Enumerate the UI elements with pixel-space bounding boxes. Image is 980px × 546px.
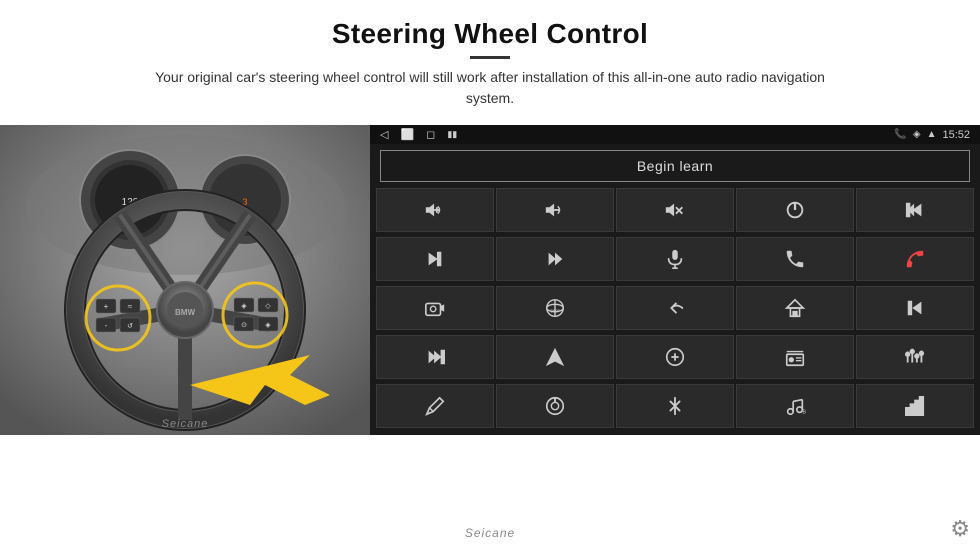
page-subtitle: Your original car's steering wheel contr… (140, 67, 840, 109)
button-grid: 360° (370, 188, 980, 435)
svg-text:+: + (104, 302, 109, 311)
skip-back-button[interactable] (856, 286, 974, 330)
back-button[interactable] (616, 286, 734, 330)
fast-forward-button[interactable] (376, 335, 494, 379)
svg-text:◈: ◈ (241, 303, 247, 310)
status-bar-right: 📞 ◈ ▲ 15:52 (894, 129, 970, 141)
svg-text:◇: ◇ (265, 303, 271, 310)
begin-learn-button[interactable]: Begin learn (380, 150, 970, 182)
svg-text:Seicane: Seicane (162, 418, 209, 430)
svg-text:BMW: BMW (175, 308, 195, 317)
next-track-button[interactable] (376, 237, 494, 281)
title-divider (470, 56, 510, 59)
view-360-button[interactable]: 360° (496, 286, 614, 330)
seicane-watermark: Seicane (465, 526, 515, 540)
prev-track-button[interactable] (856, 188, 974, 232)
steering-wheel-image: 120 3 BM (0, 125, 370, 435)
navigate-button[interactable] (496, 335, 614, 379)
svg-text:BT: BT (802, 409, 806, 415)
location-icon: ◈ (913, 129, 921, 140)
circle-power-button[interactable] (496, 384, 614, 428)
vol-up-button[interactable] (376, 188, 494, 232)
notification-icon: ▮▮ (447, 129, 457, 140)
content-area: 120 3 BM (0, 125, 980, 516)
skip-forward-button[interactable] (496, 237, 614, 281)
pen-button[interactable] (376, 384, 494, 428)
recents-nav-icon[interactable]: ◻ (426, 128, 435, 141)
camera-button[interactable] (376, 286, 494, 330)
mute-button[interactable] (616, 188, 734, 232)
home-button[interactable] (736, 286, 854, 330)
home-nav-icon[interactable]: ⬜ (400, 128, 414, 141)
header-section: Steering Wheel Control Your original car… (0, 0, 980, 115)
android-panel: ◁ ⬜ ◻ ▮▮ 📞 ◈ ▲ 15:52 Begin learn (370, 125, 980, 435)
levels-button[interactable] (856, 384, 974, 428)
back-nav-icon[interactable]: ◁ (380, 128, 388, 141)
switch-button[interactable] (616, 335, 734, 379)
bluetooth-button[interactable] (616, 384, 734, 428)
status-bar-left: ◁ ⬜ ◻ ▮▮ (380, 128, 457, 141)
phone-icon: 📞 (894, 129, 906, 140)
bottom-bar: Seicane ⚙ (0, 516, 980, 546)
vol-down-button[interactable] (496, 188, 614, 232)
clock: 15:52 (942, 129, 970, 141)
phone-call-button[interactable] (736, 237, 854, 281)
radio-button[interactable] (736, 335, 854, 379)
wifi-icon: ▲ (927, 129, 937, 140)
status-bar: ◁ ⬜ ◻ ▮▮ 📞 ◈ ▲ 15:52 (370, 125, 980, 144)
svg-text:⊙: ⊙ (241, 322, 247, 329)
svg-text:≈: ≈ (128, 302, 133, 311)
svg-text:↺: ↺ (127, 323, 133, 330)
hang-up-button[interactable] (856, 237, 974, 281)
svg-text:◈: ◈ (265, 322, 271, 329)
music-button[interactable]: BT (736, 384, 854, 428)
page-wrapper: Steering Wheel Control Your original car… (0, 0, 980, 546)
power-button[interactable] (736, 188, 854, 232)
begin-learn-row: Begin learn (370, 144, 980, 188)
svg-text:-: - (105, 321, 108, 330)
svg-text:360°: 360° (550, 309, 560, 314)
microphone-button[interactable] (616, 237, 734, 281)
page-title: Steering Wheel Control (20, 18, 960, 50)
equalizer-button[interactable] (856, 335, 974, 379)
settings-gear-icon[interactable]: ⚙ (950, 516, 970, 542)
